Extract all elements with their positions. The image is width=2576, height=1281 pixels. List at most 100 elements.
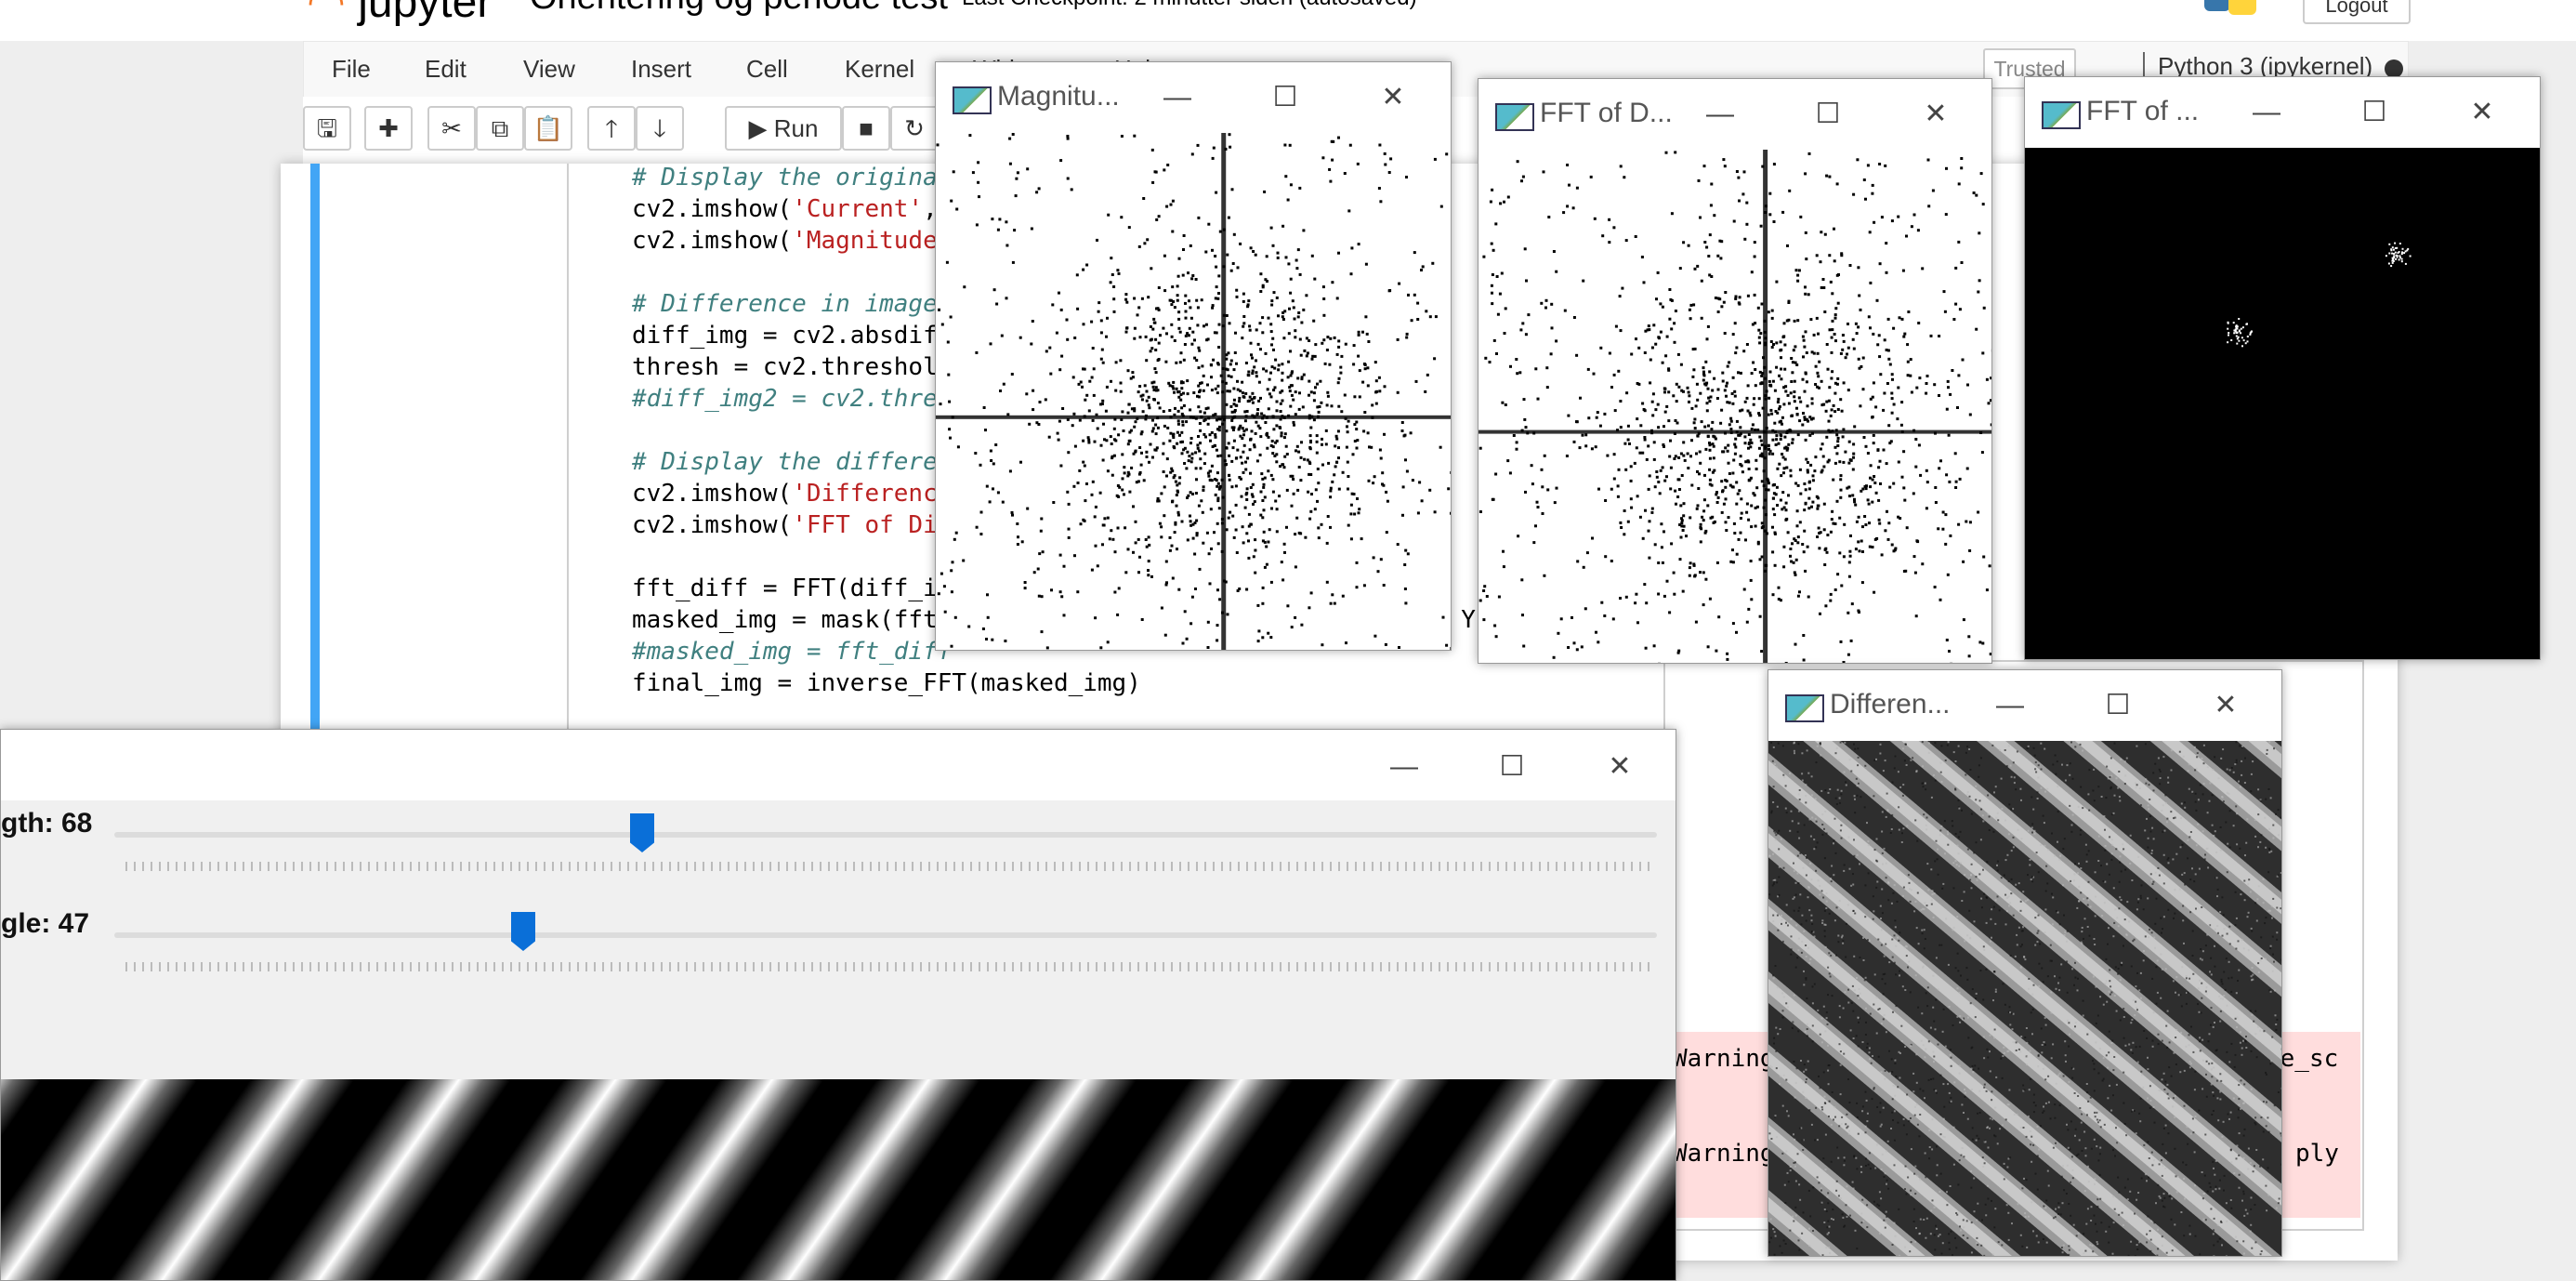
length-label: gth: 68 [1, 808, 92, 839]
code-line: cv2.imshow('Current', [632, 195, 938, 223]
logout-button[interactable]: Logout [2303, 0, 2411, 24]
close-icon: ✕ [2214, 690, 2237, 720]
magnitude-window[interactable]: Magnitu... — ☐ ✕ [935, 61, 1452, 651]
checkpoint-status: Last Checkpoint: 2 minutter siden (autos… [962, 0, 1417, 11]
difference-image [1768, 741, 2281, 1256]
maximize-button[interactable]: ☐ [1267, 79, 1304, 116]
fft-masked-window[interactable]: FFT of ... — ☐ ✕ [2024, 76, 2541, 660]
code-line: final_img = inverse_FFT(masked_img) [632, 669, 1141, 697]
jupyter-ring-icon: ◠ [307, 0, 346, 27]
angle-slider-track[interactable] [114, 932, 1657, 938]
length-slider-track[interactable] [114, 832, 1657, 838]
code-line: # Difference in images [632, 290, 952, 318]
code-line: # Display the differen [632, 448, 952, 476]
code-line: fft_diff = FFT(diff_im [632, 574, 952, 602]
close-icon: ✕ [1381, 82, 1404, 112]
menu-cell[interactable]: Cell [746, 55, 788, 84]
angle-label: gle: 47 [1, 908, 89, 940]
close-button[interactable]: ✕ [2464, 94, 2501, 131]
move-down-button[interactable]: 🡓 [636, 106, 684, 151]
plus-icon: ✚ [378, 114, 399, 142]
stop-icon: ■ [859, 114, 874, 142]
length-slider-thumb[interactable] [630, 813, 654, 852]
restart-button[interactable]: ↻ [890, 106, 939, 151]
window-title: Magnitu... [997, 81, 1120, 112]
python-logo-icon [2201, 0, 2262, 19]
minimize-icon: — [1706, 99, 1734, 129]
minimize-icon: — [2253, 97, 2280, 127]
close-button[interactable]: ✕ [1601, 748, 1638, 786]
minimize-button[interactable]: — [1702, 96, 1739, 133]
cut-button[interactable]: ✂ [427, 106, 476, 151]
insert-cell-button[interactable]: ✚ [364, 106, 413, 151]
opencv-window-icon [1785, 694, 1824, 722]
code-line: # Display the original [632, 164, 952, 191]
maximize-button[interactable]: ☐ [2099, 687, 2136, 724]
window-titlebar[interactable]: Differen... — ☐ ✕ [1768, 670, 2281, 741]
copy-icon: ⧉ [492, 114, 509, 142]
stripe-pattern-image [1, 1079, 1676, 1280]
code-line: cv2.imshow('Magnitude [632, 227, 938, 255]
logo-text: jupyter [358, 0, 492, 27]
magnitude-spectrum-image [936, 133, 1451, 650]
minimize-icon: — [1996, 690, 2024, 720]
code-line: thresh = cv2.threshold [632, 353, 952, 381]
arrow-down-icon: 🡓 [653, 114, 666, 142]
window-title: Differen... [1830, 689, 1951, 720]
restart-icon: ↻ [904, 114, 925, 142]
window-titlebar[interactable]: Magnitu... — ☐ ✕ [936, 62, 1451, 133]
maximize-button[interactable]: ☐ [2356, 94, 2393, 131]
scissors-icon: ✂ [441, 114, 462, 142]
menu-insert[interactable]: Insert [631, 55, 691, 84]
notebook-title[interactable]: Orientering og periode test [530, 0, 948, 18]
maximize-icon: ☐ [1500, 751, 1525, 782]
window-titlebar[interactable]: FFT of D... — ☐ ✕ [1479, 79, 1991, 150]
cell-prompt-area [567, 164, 569, 740]
save-button[interactable]: 🖫 [303, 106, 351, 151]
difference-window[interactable]: Differen... — ☐ ✕ [1768, 669, 2282, 1257]
minimize-button[interactable]: — [2248, 94, 2285, 131]
maximize-button[interactable]: ☐ [1493, 748, 1531, 786]
warning-text: Warning [1673, 1140, 1775, 1168]
opencv-window-icon [2042, 101, 2081, 129]
interrupt-button[interactable]: ■ [842, 106, 890, 151]
minimize-icon: — [1390, 751, 1418, 782]
maximize-button[interactable]: ☐ [1809, 96, 1847, 133]
menu-view[interactable]: View [523, 55, 575, 84]
opencv-window-icon [953, 86, 992, 114]
close-button[interactable]: ✕ [1917, 96, 1954, 133]
opencv-window-icon [1495, 103, 1534, 131]
window-titlebar[interactable]: FFT of ... — ☐ ✕ [2025, 77, 2540, 148]
run-button[interactable]: ▶ Run [725, 106, 842, 151]
code-line: cv2.imshow('Difference [632, 480, 952, 508]
jupyter-header: ◠ jupyter Orientering og periode test La… [0, 0, 2576, 41]
window-titlebar[interactable]: — ☐ ✕ [1, 730, 1676, 800]
menu-kernel[interactable]: Kernel [845, 55, 914, 84]
maximize-icon: ☐ [1273, 82, 1298, 112]
menu-file[interactable]: File [332, 55, 371, 84]
warning-text: Warning [1673, 1045, 1775, 1073]
fft-masked-image [2025, 148, 2540, 659]
code-line: #masked_img = fft_diff [632, 638, 952, 666]
length-slider-ticks [125, 862, 1649, 871]
angle-slider-thumb[interactable] [511, 912, 535, 951]
minimize-button[interactable]: — [1386, 748, 1423, 786]
close-button[interactable]: ✕ [1374, 79, 1412, 116]
angle-slider-ticks [125, 962, 1649, 971]
window-title: FFT of D... [1540, 98, 1673, 129]
close-button[interactable]: ✕ [2207, 687, 2244, 724]
warning-text: ply [2295, 1140, 2339, 1168]
move-up-button[interactable]: 🡑 [587, 106, 636, 151]
jupyter-logo[interactable]: ◠ jupyter [307, 0, 492, 28]
minimize-button[interactable]: — [1159, 79, 1196, 116]
paste-button[interactable]: 📋 [524, 106, 572, 151]
copy-button[interactable]: ⧉ [476, 106, 524, 151]
paste-icon: 📋 [533, 114, 563, 142]
trackbar-window[interactable]: — ☐ ✕ gth: 68 gle: 47 [0, 729, 1676, 1281]
fft-of-difference-window[interactable]: FFT of D... — ☐ ✕ [1478, 78, 1992, 664]
menu-edit[interactable]: Edit [425, 55, 467, 84]
play-icon: ▶ [749, 114, 768, 142]
minimize-button[interactable]: — [1991, 687, 2029, 724]
save-icon: 🖫 [317, 114, 337, 142]
maximize-icon: ☐ [1816, 99, 1841, 129]
